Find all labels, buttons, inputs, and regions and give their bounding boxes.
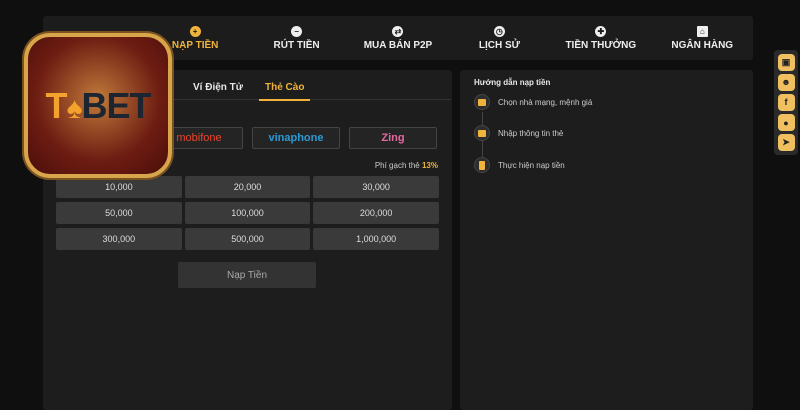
amount-grid: 10,000 20,000 30,000 50,000 100,000 200,…	[56, 176, 439, 250]
card-fee: Phí gạch thẻ 13%	[374, 161, 438, 170]
plus-icon: +	[189, 25, 201, 37]
deposit-submit-button[interactable]: Nạp Tiền	[178, 262, 316, 288]
nav-bank[interactable]: ⌂ NGÂN HÀNG	[652, 16, 753, 60]
nav-history[interactable]: ◷ LỊCH SỬ	[449, 16, 550, 60]
nav-p2p[interactable]: ⇄ MUA BÁN P2P	[347, 16, 448, 60]
amount-option[interactable]: 300,000	[56, 228, 182, 250]
tobet-logo: T♠ BET	[24, 33, 172, 178]
gift-icon: ✚	[595, 25, 607, 37]
bank-icon: ⌂	[696, 25, 708, 37]
tab-ewallet[interactable]: Ví Điện Tử	[193, 82, 243, 93]
amount-option[interactable]: 200,000	[313, 202, 439, 224]
amount-option[interactable]: 10,000	[56, 176, 182, 198]
gift-icon[interactable]: ▣	[777, 53, 795, 71]
nav-withdraw[interactable]: − RÚT TIỀN	[246, 16, 347, 60]
minus-icon: −	[291, 25, 303, 37]
clock-icon: ◷	[493, 25, 505, 37]
card-icon	[474, 125, 490, 141]
amount-option[interactable]: 50,000	[56, 202, 182, 224]
side-toolbar: ▣ ☻ f ● ➤	[774, 50, 798, 155]
group-icon[interactable]: ☻	[777, 73, 795, 91]
deposit-guide-panel: Hướng dẫn nạp tiền Chọn nhà mạng, mệnh g…	[460, 70, 753, 410]
chat-icon[interactable]: ●	[777, 114, 795, 132]
guide-step: Nhập thông tin thẻ	[474, 125, 563, 141]
amount-option[interactable]: 1,000,000	[313, 228, 439, 250]
telegram-icon[interactable]: ➤	[777, 134, 795, 152]
exchange-icon: ⇄	[392, 25, 404, 37]
amount-option[interactable]: 30,000	[313, 176, 439, 198]
carrier-vinaphone[interactable]: vinaphone	[252, 127, 340, 149]
carrier-zing[interactable]: Zing	[349, 127, 437, 149]
amount-option[interactable]: 20,000	[184, 176, 311, 198]
amount-option[interactable]: 100,000	[184, 202, 311, 224]
phone-icon	[474, 157, 490, 173]
tab-card[interactable]: Thẻ Cào	[259, 82, 311, 101]
guide-title: Hướng dẫn nạp tiền	[474, 78, 551, 87]
guide-step: Chọn nhà mạng, mệnh giá	[474, 94, 592, 110]
facebook-icon[interactable]: f	[777, 93, 795, 111]
check-icon	[474, 94, 490, 110]
amount-option[interactable]: 500,000	[184, 228, 311, 250]
nav-bonus[interactable]: ✚ TIỀN THƯỞNG	[550, 16, 651, 60]
guide-step: Thực hiện nạp tiền	[474, 157, 565, 173]
